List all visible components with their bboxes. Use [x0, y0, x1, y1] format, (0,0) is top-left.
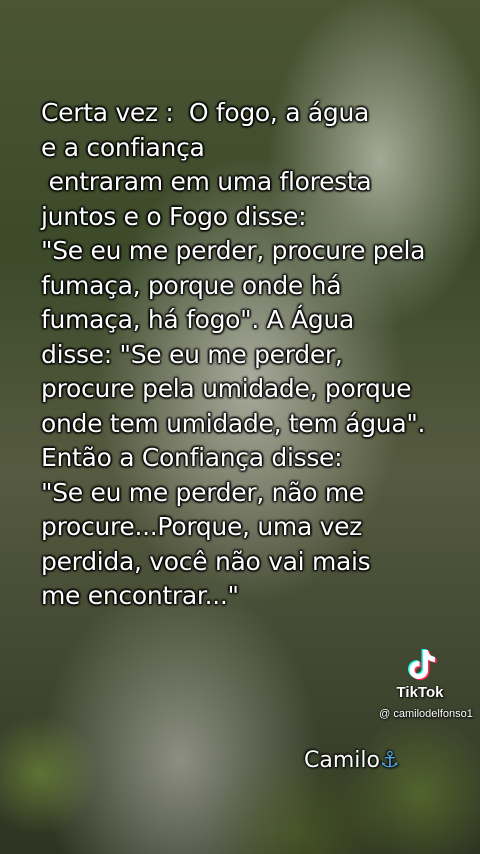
tiktok-logo-icon	[402, 646, 438, 682]
quote-text: Certa vez : O fogo, a água e a confiança…	[41, 96, 471, 614]
quote-line: perdida, você não vai mais	[41, 546, 371, 576]
tiktok-watermark: TikTok @ camilodelfonso1	[360, 646, 480, 720]
quote-line: "Se eu me perder, não me	[41, 477, 365, 507]
quote-line: e a confiança	[41, 132, 205, 162]
quote-line: procure...Porque, uma vez	[41, 512, 363, 541]
quote-line: fumaça, porque onde há	[41, 270, 342, 300]
quote-line: Certa vez : O fogo, a água	[41, 98, 370, 127]
quote-line: juntos e o Fogo disse:	[41, 201, 307, 231]
anchor-icon: ⚓	[379, 748, 400, 773]
quote-line: fumaça, há fogo". A Água	[41, 305, 355, 334]
signature-name: Camilo	[304, 748, 380, 773]
quote-line: disse: "Se eu me perder,	[41, 339, 343, 369]
quote-line: procure pela umidade, porque	[41, 374, 412, 403]
signature: Camilo⚓	[304, 748, 400, 773]
quote-line: entraram em uma floresta	[41, 167, 372, 196]
quote-line: onde tem umidade, tem água".	[41, 408, 426, 438]
quote-line: Então a Confiança disse:	[41, 443, 343, 472]
quote-line: me encontrar..."	[41, 581, 239, 610]
tiktok-handle: @ camilodelfonso1	[379, 708, 473, 720]
quote-line: "Se eu me perder, procure pela	[41, 236, 426, 265]
tiktok-brand: TikTok	[396, 684, 444, 701]
